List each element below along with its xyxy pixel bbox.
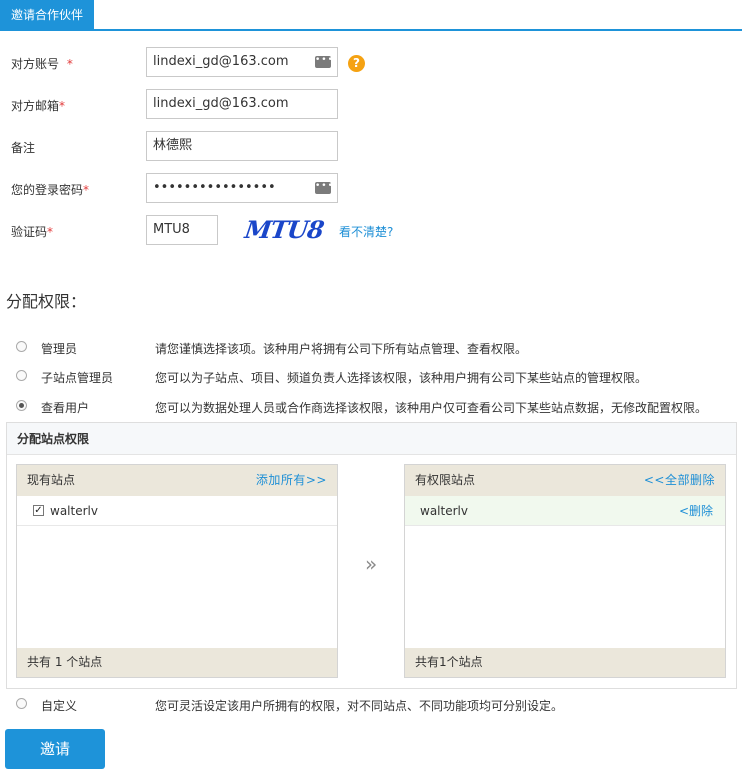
- role-viewer-desc: 您可以为数据处理人员或合作商选择该权限，该种用户仅可查看公司下某些站点数据，无修…: [155, 401, 708, 415]
- site-permission-box: 分配站点权限 现有站点 添加所有>> ✓ walterlv 共有 1 个站点 »…: [6, 422, 737, 689]
- role-admin-radio[interactable]: [16, 341, 27, 352]
- role-admin-desc: 请您谨慎选择该项。该种用户将拥有公司下所有站点管理、查看权限。: [155, 342, 528, 356]
- required-mark: *: [59, 99, 66, 113]
- required-mark: *: [47, 225, 54, 239]
- granted-site-row: walterlv <删除: [405, 496, 725, 526]
- role-subsite-admin-desc: 您可以为子站点、项目、频道负责人选择该权限，该种用户拥有公司下某些站点的管理权限…: [155, 371, 648, 385]
- captcha-input[interactable]: MTU8: [146, 215, 218, 245]
- role-viewer-label[interactable]: 查看用户: [41, 399, 89, 416]
- account-input[interactable]: lindexi_gd@163.com •••: [146, 47, 338, 77]
- note-label: 备注: [11, 141, 36, 155]
- captcha-refresh-link[interactable]: 看不清楚?: [339, 223, 393, 240]
- add-all-link[interactable]: 添加所有>>: [256, 465, 327, 496]
- transfer-arrow-icon[interactable]: »: [365, 552, 377, 576]
- account-label: 对方账号 *: [11, 57, 73, 71]
- role-custom-radio[interactable]: [16, 698, 27, 709]
- autofill-icon[interactable]: •••: [315, 56, 333, 68]
- site-checkbox[interactable]: ✓: [33, 505, 44, 516]
- email-label: 对方邮箱*: [11, 99, 66, 113]
- autofill-icon[interactable]: •••: [315, 182, 333, 194]
- role-custom-desc: 您可灵活设定该用户所拥有的权限，对不同站点、不同功能项均可分别设定。: [155, 699, 564, 713]
- note-input[interactable]: 林德熙: [146, 131, 338, 161]
- help-icon[interactable]: ?: [348, 55, 365, 72]
- granted-sites-count: 共有1个站点: [405, 648, 725, 677]
- email-input[interactable]: lindexi_gd@163.com: [146, 89, 338, 119]
- role-subsite-admin-label[interactable]: 子站点管理员: [41, 369, 113, 386]
- remove-site-link[interactable]: <删除: [679, 496, 713, 526]
- captcha-label: 验证码*: [11, 225, 54, 239]
- role-viewer-radio[interactable]: [16, 400, 27, 411]
- site-permission-title: 分配站点权限: [7, 423, 736, 455]
- granted-sites-header: 有权限站点 <<全部删除: [405, 465, 725, 496]
- existing-sites-count: 共有 1 个站点: [17, 648, 337, 677]
- tab-invite-partner[interactable]: 邀请合作伙伴: [0, 0, 94, 31]
- site-name: walterlv: [420, 504, 468, 518]
- required-mark: *: [66, 57, 73, 71]
- role-custom-label[interactable]: 自定义: [41, 697, 77, 714]
- existing-sites-panel: 现有站点 添加所有>> ✓ walterlv 共有 1 个站点: [16, 464, 338, 678]
- role-subsite-admin-radio[interactable]: [16, 370, 27, 381]
- required-mark: *: [83, 183, 90, 197]
- remove-all-link[interactable]: <<全部删除: [644, 465, 715, 496]
- password-label: 您的登录密码*: [11, 183, 90, 197]
- existing-sites-header: 现有站点 添加所有>>: [17, 465, 337, 496]
- existing-site-row[interactable]: ✓ walterlv: [17, 496, 337, 526]
- permissions-title: 分配权限：: [6, 292, 87, 311]
- tab-bar: 邀请合作伙伴: [0, 0, 742, 31]
- granted-sites-panel: 有权限站点 <<全部删除 walterlv <删除 共有1个站点: [404, 464, 726, 678]
- invite-button[interactable]: 邀请: [5, 729, 105, 769]
- site-name: walterlv: [50, 504, 98, 518]
- role-admin-label[interactable]: 管理员: [41, 340, 77, 357]
- password-input[interactable]: •••••••••••••••• •••: [146, 173, 338, 203]
- captcha-image[interactable]: MTU8: [243, 214, 325, 246]
